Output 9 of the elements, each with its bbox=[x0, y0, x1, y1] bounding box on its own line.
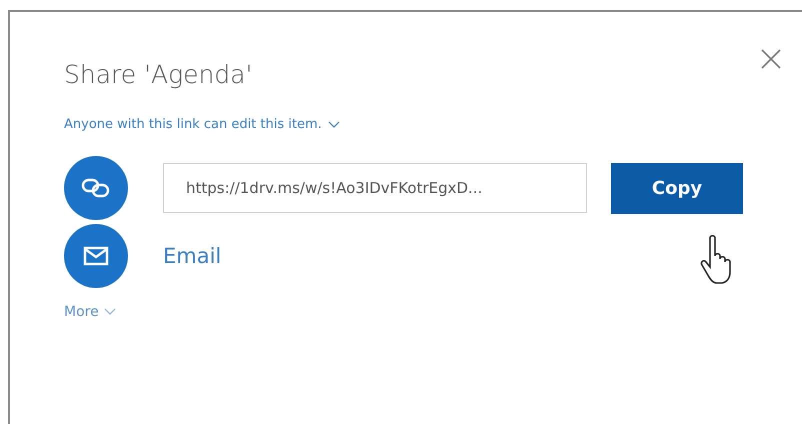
close-button[interactable] bbox=[760, 48, 782, 70]
email-link[interactable]: Email bbox=[163, 244, 222, 268]
dialog-title: Share 'Agenda' bbox=[64, 60, 252, 89]
link-field[interactable]: https://1drv.ms/w/s!Ao3IDvFKotrEgxD... bbox=[163, 163, 587, 213]
copy-button[interactable]: Copy bbox=[611, 162, 743, 214]
more-dropdown[interactable]: More bbox=[64, 304, 116, 320]
chevron-icon bbox=[328, 120, 340, 128]
permission-dropdown[interactable]: Anyone with this link can edit this item. bbox=[64, 117, 340, 132]
chevron-icon bbox=[104, 308, 116, 316]
